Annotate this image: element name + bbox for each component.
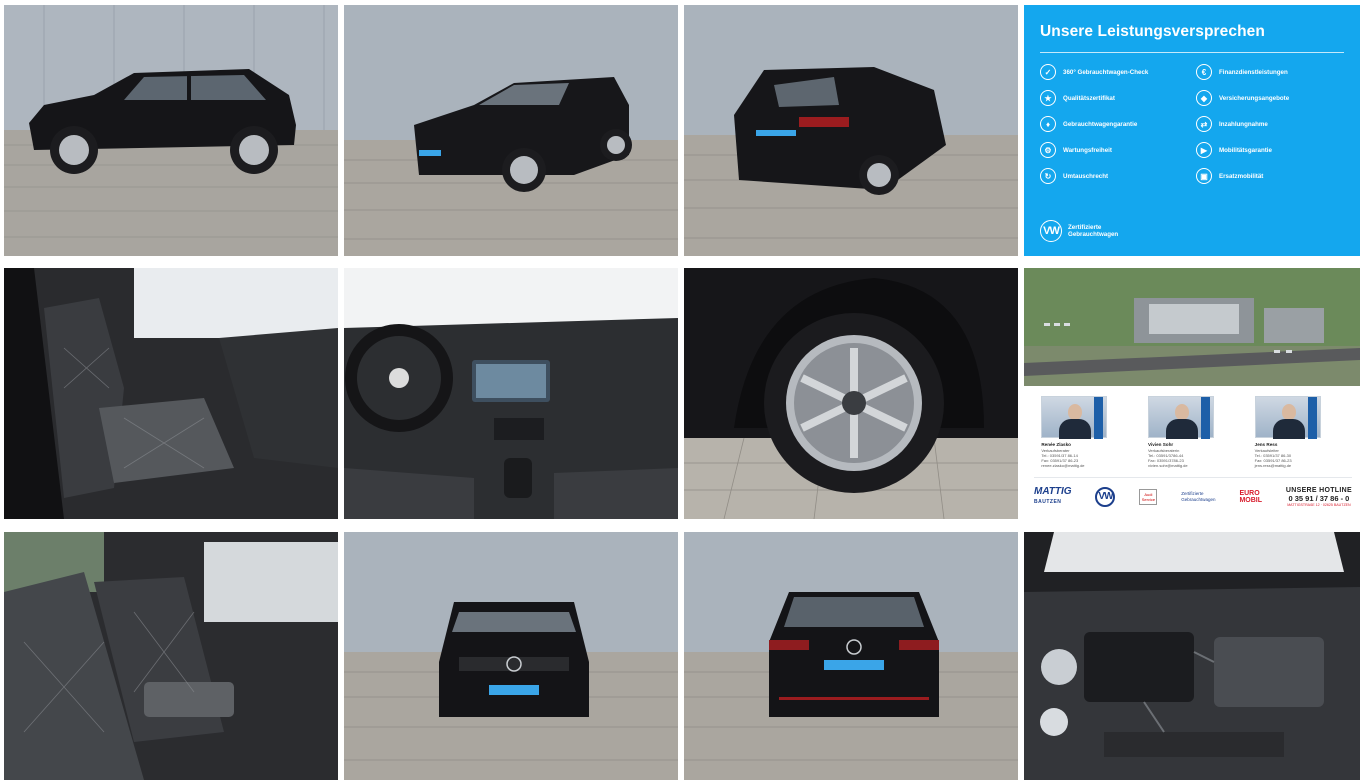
euromobil-logo: EURO MOBIL [1239, 490, 1262, 504]
staff-member: Renée Zlasko Verkaufsberater Tel.: 03591… [1041, 396, 1129, 468]
rear-three-quarter-image [684, 5, 1018, 256]
promise-item: ▣ Ersatzmobilität [1196, 167, 1344, 185]
promise-item: € Finanzdienstleistungen [1196, 63, 1344, 81]
vw-logo-icon: VW [1040, 220, 1062, 242]
promise-item-label: Wartungsfreiheit [1063, 146, 1112, 154]
promise-item: ✓ 360° Gebrauchtwagen-Check [1040, 63, 1188, 81]
promise-item: ▶ Mobilitätsgarantie [1196, 141, 1344, 159]
audi-service-logo: Audi Service [1139, 488, 1158, 505]
trade-in-icon: ⇄ [1196, 116, 1212, 132]
promise-item-label: Umtauschrecht [1063, 172, 1109, 180]
front-three-quarter-image [344, 5, 678, 256]
promise-item-label: Inzahlungnahme [1219, 120, 1268, 128]
certified-logo-line-2: Gebrauchtwagen [1181, 496, 1216, 502]
dealership-aerial-image [1024, 268, 1360, 386]
promise-item-label: Finanzdienstleistungen [1219, 68, 1288, 76]
euromobil-line-2: MOBIL [1239, 496, 1262, 504]
promise-card-title: Unsere Leistungsversprechen [1040, 23, 1265, 40]
photo-cockpit[interactable] [344, 268, 678, 519]
divider [1040, 52, 1344, 53]
promise-item-label: 360° Gebrauchtwagen-Check [1063, 68, 1149, 76]
cockpit-image [344, 268, 678, 519]
promise-item-label: Ersatzmobilität [1219, 172, 1264, 180]
front-seats-image [4, 268, 338, 519]
certified-used-cars-logo: Zertifizierte Gebrauchtwagen [1181, 491, 1215, 502]
promise-item: ★ Qualitätszertifikat [1040, 89, 1188, 107]
staff-photo [1147, 396, 1214, 439]
hotline-box: UNSERE HOTLINE 0 35 91 / 37 86 - 0 MATTI… [1286, 487, 1352, 507]
wheel-image [684, 268, 1018, 519]
photo-wheel[interactable] [684, 268, 1018, 519]
certificate-icon: ★ [1040, 90, 1056, 106]
engine-bay-image [1024, 532, 1360, 780]
promise-card[interactable]: Unsere Leistungsversprechen ✓ 360° Gebrau… [1024, 5, 1360, 256]
staff-member: Vivien Sohr Verkaufsberaterin Tel.: 0359… [1147, 396, 1236, 468]
warranty-icon: ♦ [1040, 116, 1056, 132]
dealer-card[interactable]: Renée Zlasko Verkaufsberater Tel.: 03591… [1024, 268, 1360, 519]
certified-line-1: Zertifizierte [1068, 223, 1102, 231]
front-image [344, 532, 678, 780]
certified-label: Zertifizierte Gebrauchtwagen [1068, 224, 1118, 239]
photo-rear-seats[interactable] [4, 532, 338, 780]
certified-footer: VW Zertifizierte Gebrauchtwagen [1040, 220, 1118, 242]
photo-engine-bay[interactable] [1024, 532, 1360, 780]
promise-item-label: Gebrauchtwagengarantie [1063, 120, 1138, 128]
mattig-logo-city: BAUTZEN [1034, 498, 1062, 505]
promise-item-label: Mobilitätsgarantie [1219, 146, 1272, 154]
promise-list: ✓ 360° Gebrauchtwagen-Check € Finanzdienst… [1040, 63, 1344, 185]
promise-item: ⇄ Inzahlungnahme [1196, 115, 1344, 133]
hotline-number: 0 35 91 / 37 86 - 0 [1288, 493, 1350, 503]
euromobil-line-1: EURO [1239, 489, 1260, 497]
promise-item-label: Qualitätszertifikat [1063, 94, 1115, 102]
side-profile-image [4, 5, 338, 256]
promise-item: ⚙ Wartungsfreiheit [1040, 141, 1188, 159]
staff-email: renee.zlasko@mattig.de [1041, 462, 1085, 468]
hotline-address: MATTIGSTRAßE 12 · 02625 BAUTZEN [1287, 502, 1351, 507]
mattig-logo-text: MATTIG [1034, 485, 1072, 497]
partner-logos: MATTIG BAUTZEN VW Audi Service Zertifizie… [1034, 477, 1352, 511]
photo-side-profile[interactable] [4, 5, 338, 256]
photo-front-three-quarter[interactable] [344, 5, 678, 256]
mobility-icon: ▶ [1196, 142, 1212, 158]
exchange-icon: ↻ [1040, 168, 1056, 184]
staff-member: Jens Ress Verkaufsleiter Tel.: 03591/37 … [1254, 396, 1343, 468]
staff-list: Renée Zlasko Verkaufsberater Tel.: 03591… [1024, 396, 1360, 468]
vw-logo-icon: VW [1095, 486, 1116, 507]
promise-item: ↻ Umtauschrecht [1040, 167, 1188, 185]
photo-rear-three-quarter[interactable] [684, 5, 1018, 256]
replacement-car-icon: ▣ [1196, 168, 1212, 184]
insurance-icon: ◆ [1196, 90, 1212, 106]
check-car-icon: ✓ [1040, 64, 1056, 80]
rear-image [684, 532, 1018, 780]
staff-email: vivien.sohr@mattig.de [1147, 462, 1188, 468]
photo-front-seats[interactable] [4, 268, 338, 519]
maintenance-icon: ⚙ [1040, 142, 1056, 158]
promise-item: ◆ Versicherungsangebote [1196, 89, 1344, 107]
staff-photo [1041, 396, 1108, 439]
finance-icon: € [1196, 64, 1212, 80]
image-gallery: Unsere Leistungsversprechen ✓ 360° Gebrau… [4, 5, 1360, 780]
staff-email: jens.ress@mattig.de [1254, 462, 1292, 468]
photo-front[interactable] [344, 532, 678, 780]
mattig-logo: MATTIG BAUTZEN [1034, 485, 1072, 507]
promise-item: ♦ Gebrauchtwagengarantie [1040, 115, 1188, 133]
staff-photo [1254, 396, 1321, 439]
photo-rear[interactable] [684, 532, 1018, 780]
rear-seats-image [4, 532, 338, 780]
promise-item-label: Versicherungsangebote [1219, 94, 1290, 102]
certified-line-2: Gebrauchtwagen [1068, 231, 1119, 238]
hotline-title: UNSERE HOTLINE [1285, 486, 1352, 494]
